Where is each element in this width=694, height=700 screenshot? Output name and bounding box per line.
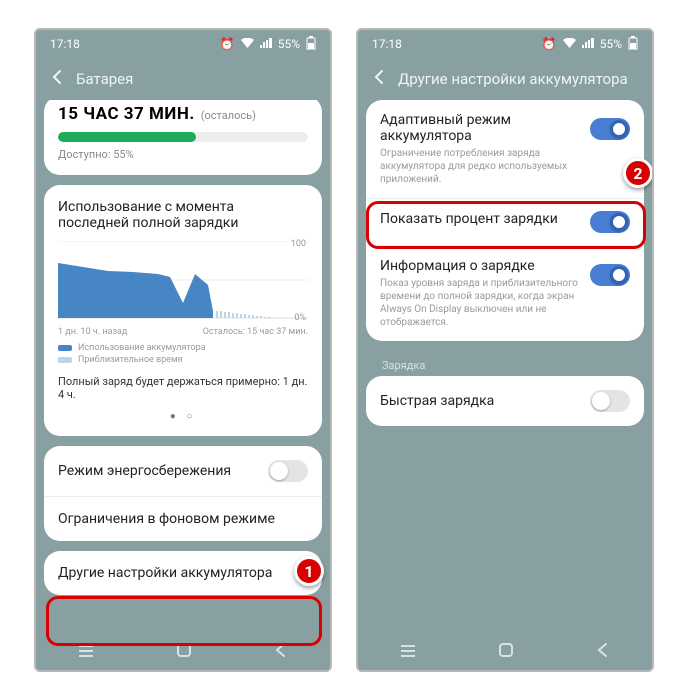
adaptive-title: Адаптивный режим аккумулятора bbox=[380, 112, 582, 144]
status-bar: 17:18 ⏰ 55% bbox=[36, 30, 330, 58]
available-label: Доступно: 55% bbox=[58, 148, 308, 161]
x-right: Осталось: 15 час 37 мин. bbox=[203, 327, 308, 337]
battery-progress bbox=[58, 132, 308, 142]
nav-home-icon[interactable] bbox=[176, 642, 192, 662]
page-dots[interactable]: ● ○ bbox=[58, 411, 308, 422]
row-charge-info[interactable]: Информация о зарядке Показ уровня заряда… bbox=[366, 246, 644, 341]
row-bg-label: Ограничения в фоновом режиме bbox=[58, 511, 275, 527]
battery-progress-fill bbox=[58, 132, 196, 142]
row-show-percent[interactable]: Показать процент зарядки bbox=[366, 199, 644, 246]
row-background-limits[interactable]: Ограничения в фоновом режиме bbox=[44, 497, 322, 541]
page-title: Батарея bbox=[76, 70, 133, 88]
row-other-label: Другие настройки аккумулятора bbox=[58, 565, 272, 581]
legend-est: Приблизительное время bbox=[78, 355, 183, 365]
alarm-icon: ⏰ bbox=[542, 37, 557, 51]
legend-swatch-use bbox=[58, 345, 72, 351]
alarm-icon: ⏰ bbox=[220, 37, 235, 51]
header-bar: Другие настройки аккумулятора bbox=[358, 58, 652, 100]
nav-home-icon[interactable] bbox=[498, 642, 514, 662]
battery-icon bbox=[306, 36, 316, 53]
remaining-suffix: (осталось) bbox=[201, 109, 256, 122]
nav-bar bbox=[358, 634, 652, 670]
nav-recents-icon[interactable] bbox=[77, 643, 95, 662]
time-remaining: 15 ЧАС 37 МИН. bbox=[58, 104, 195, 124]
forecast-bars bbox=[216, 311, 270, 318]
clock: 17:18 bbox=[50, 37, 80, 51]
signal-icon bbox=[582, 37, 594, 51]
badge-1: 1 bbox=[294, 556, 324, 586]
battery-percent: 55% bbox=[600, 37, 622, 51]
row-adaptive-battery[interactable]: Адаптивный режим аккумулятора Ограничени… bbox=[366, 100, 644, 199]
wifi-icon bbox=[241, 37, 254, 51]
full-charge-estimate: Полный заряд будет держаться примерно: 1… bbox=[58, 375, 308, 401]
page-title: Другие настройки аккумулятора bbox=[398, 70, 628, 88]
nav-recents-icon[interactable] bbox=[399, 643, 417, 662]
clock: 17:18 bbox=[372, 37, 402, 51]
phone-other-battery-settings: 17:18 ⏰ 55% Другие настройки аккумулятор… bbox=[356, 28, 654, 672]
badge-2: 2 bbox=[623, 158, 653, 188]
row-power-saving[interactable]: Режим энергосбережения bbox=[44, 446, 322, 497]
row-fast-charging[interactable]: Быстрая зарядка bbox=[366, 376, 644, 426]
nav-back-icon[interactable] bbox=[595, 642, 611, 662]
percent-title: Показать процент зарядки bbox=[380, 211, 582, 227]
signal-icon bbox=[260, 37, 272, 51]
toggle-show-percent[interactable] bbox=[590, 211, 630, 233]
status-bar: 17:18 ⏰ 55% bbox=[358, 30, 652, 58]
usage-title: Использование с момента последней полной… bbox=[58, 199, 308, 231]
info-title: Информация о зарядке bbox=[380, 258, 582, 274]
toggle-power-saving[interactable] bbox=[268, 460, 308, 482]
usage-chart: 100 0% 1 дн. 10 ч. назад Осталось: 15 ча bbox=[58, 241, 308, 337]
toggle-adaptive[interactable] bbox=[590, 118, 630, 140]
phone-battery-screen: 17:18 ⏰ 55% Батарея bbox=[34, 28, 332, 672]
battery-percent: 55% bbox=[278, 37, 300, 51]
back-icon[interactable] bbox=[370, 68, 388, 90]
section-charging: Зарядка bbox=[366, 351, 644, 376]
info-desc: Показ уровня заряда и приблизительного в… bbox=[380, 277, 582, 329]
nav-back-icon[interactable] bbox=[273, 642, 289, 662]
back-icon[interactable] bbox=[48, 68, 66, 90]
adaptive-desc: Ограничение потребления заряда аккумулят… bbox=[380, 147, 582, 186]
row-other-battery-settings[interactable]: Другие настройки аккумулятора bbox=[44, 551, 322, 595]
legend-use: Использование аккумулятора bbox=[78, 343, 206, 353]
toggle-charge-info[interactable] bbox=[590, 264, 630, 286]
fast-title: Быстрая зарядка bbox=[380, 393, 494, 409]
usage-card[interactable]: Использование с момента последней полной… bbox=[44, 185, 322, 436]
toggle-fast-charging[interactable] bbox=[590, 390, 630, 412]
nav-bar bbox=[36, 634, 330, 670]
y-min: 0% bbox=[294, 313, 306, 323]
header-bar: Батарея bbox=[36, 58, 330, 100]
x-left: 1 дн. 10 ч. назад bbox=[58, 327, 127, 337]
battery-icon bbox=[628, 36, 638, 53]
row-power-label: Режим энергосбережения bbox=[58, 463, 231, 479]
wifi-icon bbox=[563, 37, 576, 51]
legend-swatch-est bbox=[58, 357, 72, 363]
y-max: 100 bbox=[291, 239, 306, 249]
